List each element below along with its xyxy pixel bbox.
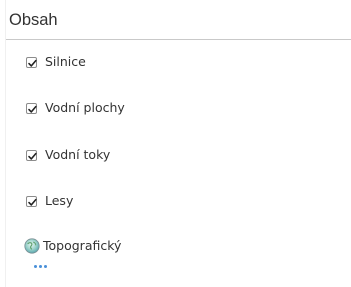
layer-checkbox[interactable] [26,195,37,207]
layer-label: Silnice [45,54,86,69]
basemap-label: Topografický [43,238,122,253]
globe-icon [24,238,40,254]
layer-item-vodni-toky[interactable]: Vodní toky [26,144,110,166]
layer-checkbox[interactable] [26,56,37,68]
checkmark-icon [28,152,37,160]
layer-item-lesy[interactable]: Lesy [26,190,73,212]
checkmark-icon [28,105,37,113]
dot [39,265,42,268]
more-dots-icon[interactable] [34,265,47,269]
layer-item-silnice[interactable]: Silnice [26,51,86,73]
layer-label: Vodní toky [45,147,111,162]
checkmark-icon [28,59,37,67]
dot [34,265,37,268]
panel-header: Obsah [6,0,351,40]
basemap-item-topograficky[interactable]: Topografický [24,235,121,257]
layer-checkbox[interactable] [26,102,37,114]
checkmark-icon [28,198,37,206]
layer-item-vodni-plochy[interactable]: Vodní plochy [26,97,125,119]
dot [44,265,47,268]
layer-label: Lesy [45,193,74,208]
contents-panel: Obsah Silnice Vodní plochy Vodní toky Le… [6,0,351,287]
layer-label: Vodní plochy [45,100,125,115]
panel-title: Obsah [9,11,58,29]
layer-checkbox[interactable] [26,149,37,161]
